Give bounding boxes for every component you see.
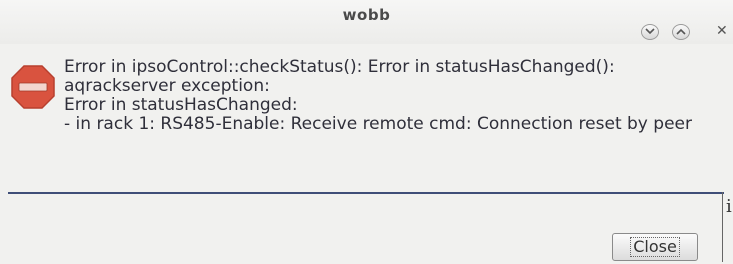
window-close-button[interactable]: ✕ — [716, 22, 732, 40]
error-message: Error in ipsoControl::checkStatus(): Err… — [64, 58, 724, 134]
message-line: aqrackserver exception: — [64, 76, 270, 96]
stop-sign-icon — [11, 65, 55, 109]
message-line: Error in statusHasChanged: — [64, 95, 298, 115]
dialog-window: wobb ✕ Error in ipsoControl::checkStatus… — [0, 0, 733, 264]
vertical-divider — [722, 192, 723, 262]
close-button[interactable]: Close — [612, 233, 698, 261]
message-line: Error in ipsoControl::checkStatus(): Err… — [64, 57, 615, 77]
chevron-down-icon — [645, 28, 655, 35]
close-button-label: Close — [630, 237, 680, 257]
window-title: wobb — [342, 6, 391, 24]
horizontal-divider — [8, 192, 724, 194]
minimize-button[interactable] — [641, 24, 659, 40]
chevron-up-icon — [676, 28, 686, 35]
maximize-button[interactable] — [672, 24, 690, 40]
info-glyph: i — [726, 196, 732, 217]
title-bar[interactable]: wobb ✕ — [0, 0, 733, 44]
message-line: - in rack 1: RS485-Enable: Receive remot… — [64, 114, 692, 134]
close-icon: ✕ — [716, 23, 728, 39]
